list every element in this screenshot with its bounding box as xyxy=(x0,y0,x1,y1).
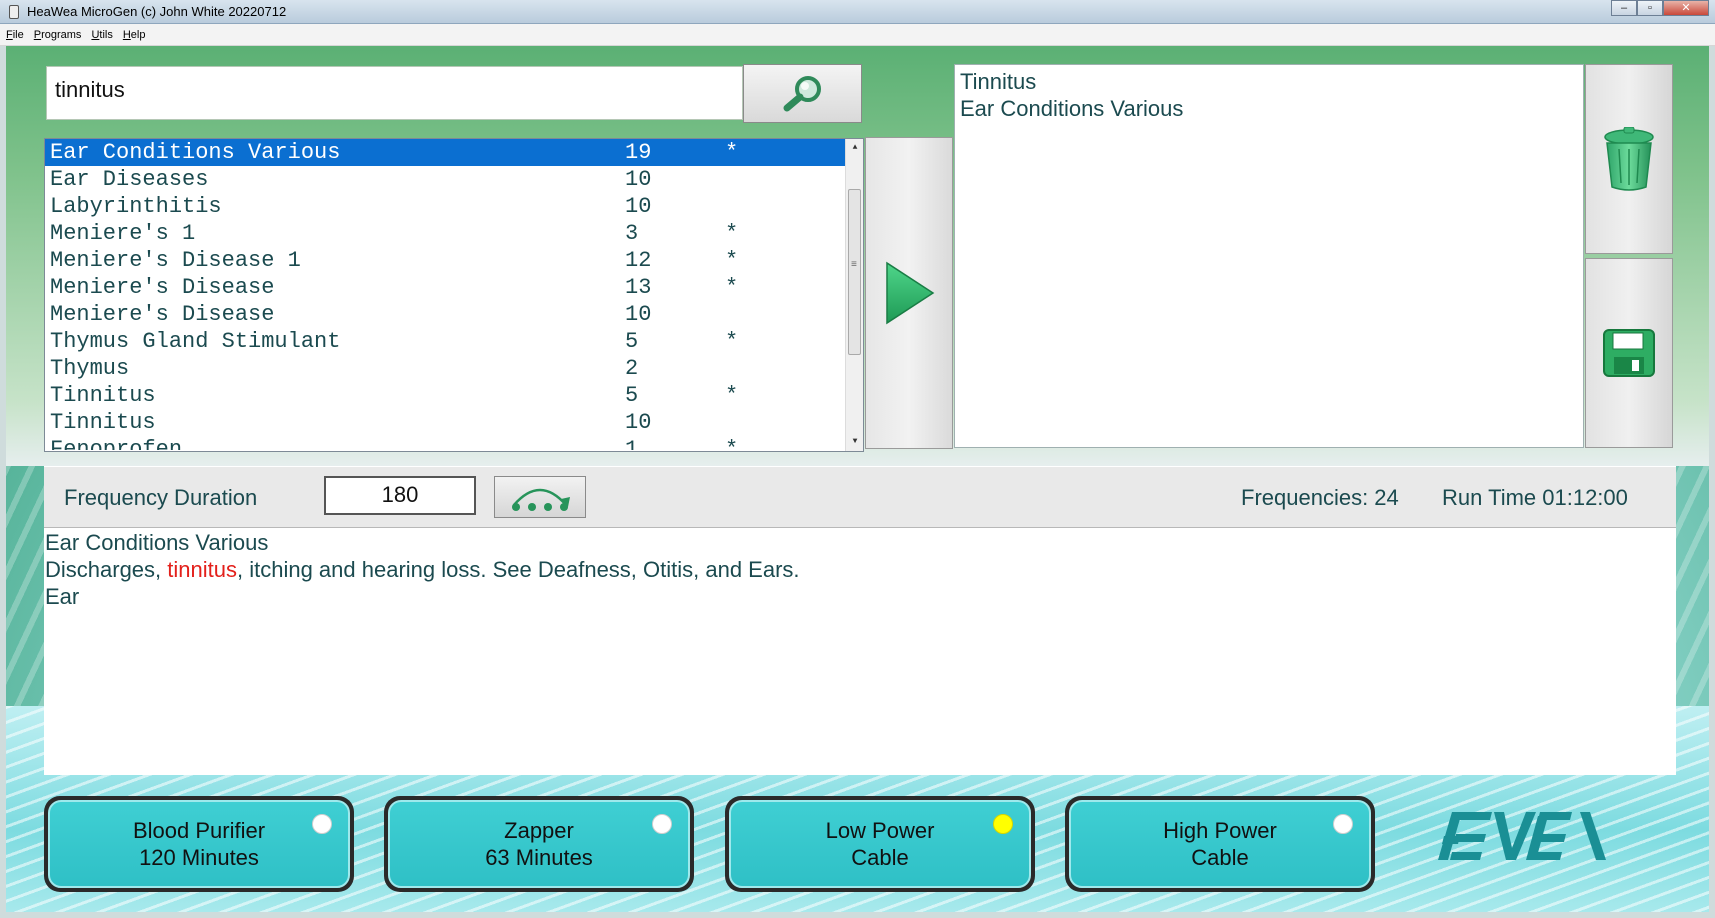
app-icon[interactable] xyxy=(9,4,19,19)
repeat-button[interactable] xyxy=(494,476,586,518)
delete-button[interactable] xyxy=(1585,64,1673,254)
custom-marker: * xyxy=(725,329,739,354)
frequency-count: 10 xyxy=(625,410,652,435)
custom-marker: * xyxy=(725,275,739,300)
title-bar: HeaWea MicroGen (c) John White 20220712 … xyxy=(0,0,1715,24)
hewea-logo xyxy=(1438,812,1606,860)
status-led xyxy=(312,814,332,834)
frequency-count: 10 xyxy=(625,194,652,219)
selected-program-item[interactable]: Ear Conditions Various xyxy=(960,95,1578,122)
program-row[interactable]: Thymus 2 xyxy=(45,355,863,382)
program-name: Ear Conditions Various xyxy=(50,140,341,165)
menu-file[interactable]: File xyxy=(6,29,24,41)
program-name: Meniere's Disease 1 xyxy=(50,248,301,273)
program-name: Tinnitus xyxy=(50,410,156,435)
search-input[interactable]: tinnitus xyxy=(46,66,743,120)
frequency-count: 1 xyxy=(625,437,639,450)
menu-programs[interactable]: Programs xyxy=(34,29,82,41)
maximize-button[interactable]: ▫ xyxy=(1637,0,1663,16)
frequency-count: 13 xyxy=(625,275,652,300)
add-program-button[interactable] xyxy=(865,137,953,449)
program-name: Labyrinthitis xyxy=(50,194,222,219)
program-row[interactable]: Meniere's Disease 10 xyxy=(45,301,863,328)
frequency-count: 19 xyxy=(625,140,652,165)
zapper-button[interactable]: Zapper 63 Minutes xyxy=(384,796,694,892)
menu-bar: File Programs Utils Help xyxy=(0,24,1715,46)
program-description: Ear Conditions Various Discharges, tinni… xyxy=(44,528,1676,775)
menu-utils[interactable]: Utils xyxy=(91,29,112,41)
program-name: Meniere's 1 xyxy=(50,221,196,246)
frequency-count: 5 xyxy=(625,329,639,354)
frequency-duration-input[interactable]: 180 xyxy=(324,476,476,515)
frequency-count: 12 xyxy=(625,248,652,273)
low-power-cable-button[interactable]: Low Power Cable xyxy=(725,796,1035,892)
menu-help[interactable]: Help xyxy=(123,29,146,41)
program-row[interactable]: Tinnitus 10 xyxy=(45,409,863,436)
window-title: HeaWea MicroGen (c) John White 20220712 xyxy=(27,4,287,19)
description-category: Ear xyxy=(45,584,80,609)
selected-program-item[interactable]: Tinnitus xyxy=(960,68,1578,95)
program-row[interactable]: Fenoprofen 1 * xyxy=(45,436,863,450)
program-row[interactable]: Meniere's Disease 13 * xyxy=(45,274,863,301)
play-arrow-icon xyxy=(886,261,935,325)
program-row[interactable]: Tinnitus 5 * xyxy=(45,382,863,409)
frequency-count: 5 xyxy=(625,383,639,408)
frequency-count: 2 xyxy=(625,356,639,381)
description-text: Discharges, tinnitus, itching and hearin… xyxy=(45,557,800,582)
custom-marker: * xyxy=(725,221,739,246)
frequency-duration-label: Frequency Duration xyxy=(64,485,258,510)
high-power-cable-button[interactable]: High Power Cable xyxy=(1065,796,1375,892)
arc-dots-icon xyxy=(512,488,570,511)
program-name: Ear Diseases xyxy=(50,167,209,192)
trash-icon xyxy=(1604,127,1654,191)
custom-marker: * xyxy=(725,437,739,450)
frequencies-count: Frequencies: 24 xyxy=(1241,485,1399,510)
program-name: Fenoprofen xyxy=(50,437,183,450)
search-button[interactable] xyxy=(743,64,862,123)
frequency-count: 3 xyxy=(625,221,639,246)
close-button[interactable]: ✕ xyxy=(1663,0,1709,16)
program-row[interactable]: Ear Diseases 10 xyxy=(45,166,863,193)
status-led xyxy=(993,814,1013,834)
magnifier-icon xyxy=(783,75,821,111)
floppy-disk-icon xyxy=(1603,329,1655,377)
custom-marker: * xyxy=(725,383,739,408)
blood-purifier-button[interactable]: Blood Purifier 120 Minutes xyxy=(44,796,354,892)
search-highlight: tinnitus xyxy=(167,557,237,582)
status-led xyxy=(652,814,672,834)
scroll-thumb[interactable] xyxy=(848,189,861,355)
program-name: Thymus xyxy=(50,356,130,381)
program-row[interactable]: Meniere's 1 3 * xyxy=(45,220,863,247)
program-name: Tinnitus xyxy=(50,383,156,408)
program-name: Meniere's Disease xyxy=(50,302,275,327)
program-name: Meniere's Disease xyxy=(50,275,275,300)
custom-marker: * xyxy=(725,248,739,273)
program-list[interactable]: Ear Conditions Various 19 * Ear Diseases 10 L… xyxy=(44,138,864,452)
program-name: Thymus Gland Stimulant xyxy=(50,329,341,354)
run-time: Run Time 01:12:00 xyxy=(1442,485,1628,510)
save-button[interactable] xyxy=(1585,258,1673,448)
program-row[interactable]: Ear Conditions Various 19 * xyxy=(45,139,845,166)
scroll-up-arrow[interactable]: ▲ xyxy=(846,139,863,157)
selected-programs-list[interactable]: Tinnitus Ear Conditions Various xyxy=(954,64,1584,448)
program-row[interactable]: Thymus Gland Stimulant 5 * xyxy=(45,328,863,355)
program-row[interactable]: Meniere's Disease 1 12 * xyxy=(45,247,863,274)
list-scrollbar[interactable]: ▲ ▼ xyxy=(845,139,863,451)
program-row[interactable]: Labyrinthitis 10 xyxy=(45,193,863,220)
custom-marker: * xyxy=(725,140,739,165)
frequency-count: 10 xyxy=(625,302,652,327)
scroll-down-arrow[interactable]: ▼ xyxy=(846,433,863,451)
status-led xyxy=(1333,814,1353,834)
minimize-button[interactable]: – xyxy=(1611,0,1637,16)
window-controls: – ▫ ✕ xyxy=(1611,0,1709,16)
frequency-count: 10 xyxy=(625,167,652,192)
description-title: Ear Conditions Various xyxy=(45,530,269,555)
frequency-bar: Frequency Duration 180 Frequencies: 24 R… xyxy=(44,466,1676,528)
